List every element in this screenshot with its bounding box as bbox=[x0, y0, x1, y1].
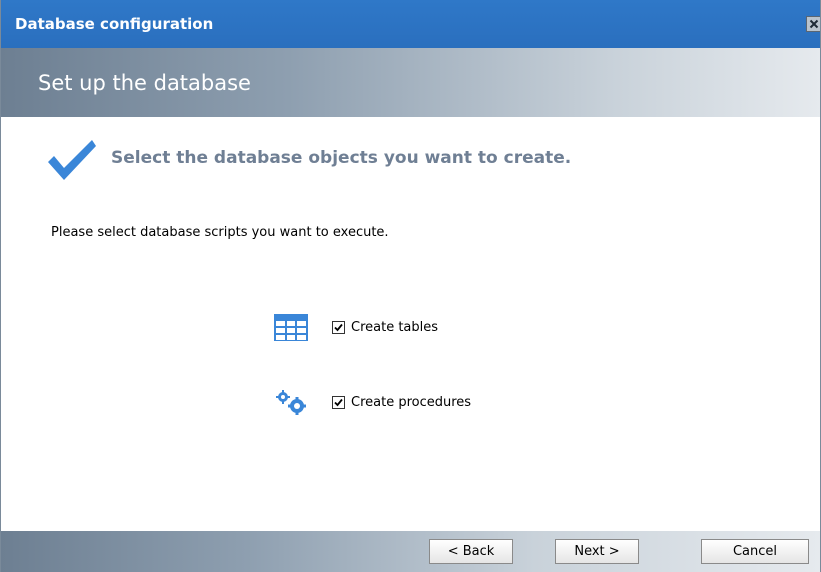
title-bar: Database configuration bbox=[1, 0, 820, 48]
close-button[interactable] bbox=[806, 16, 820, 32]
page-title: Set up the database bbox=[38, 71, 251, 95]
checkmark-icon bbox=[48, 140, 96, 180]
table-icon bbox=[273, 313, 313, 342]
step-subtitle: Select the database objects you want to … bbox=[111, 148, 572, 168]
window-title: Database configuration bbox=[15, 15, 214, 33]
create-tables-label: Create tables bbox=[351, 319, 439, 335]
footer-bar bbox=[1, 531, 820, 572]
dialog-window: Database configuration Set up the databa… bbox=[0, 0, 821, 572]
create-procedures-checkbox[interactable] bbox=[332, 395, 345, 409]
close-icon bbox=[809, 19, 819, 29]
gears-icon bbox=[273, 388, 313, 416]
instruction-text: Please select database scripts you want … bbox=[51, 225, 389, 240]
back-button[interactable]: < Back bbox=[429, 539, 513, 564]
cancel-button[interactable]: Cancel bbox=[701, 539, 809, 564]
create-tables-checkbox[interactable] bbox=[332, 320, 345, 334]
option-create-tables: Create tables bbox=[273, 313, 439, 342]
next-button[interactable]: Next > bbox=[555, 539, 639, 564]
create-procedures-label: Create procedures bbox=[351, 394, 472, 410]
option-create-procedures: Create procedures bbox=[273, 388, 471, 416]
